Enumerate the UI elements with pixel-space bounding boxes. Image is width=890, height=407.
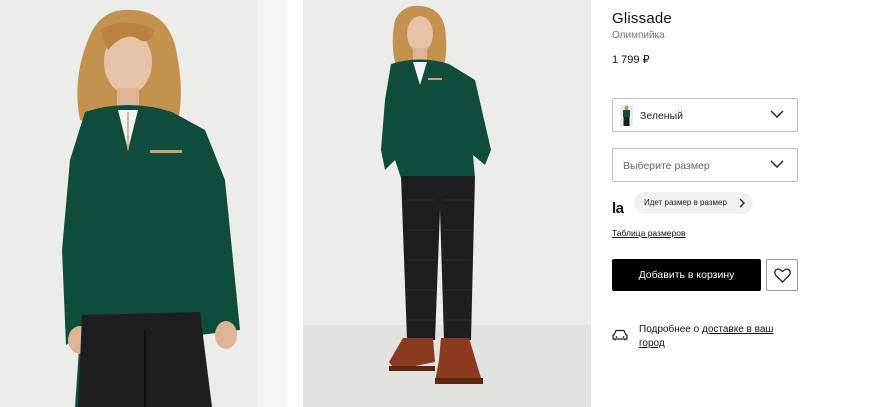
model-closeup-illustration bbox=[0, 0, 287, 407]
heart-icon bbox=[774, 268, 791, 283]
lamoda-fit-logo: la bbox=[612, 200, 624, 217]
color-thumbnail bbox=[620, 105, 633, 126]
delivery-prefix: Подробнее о bbox=[639, 324, 702, 335]
color-select[interactable]: Зеленый bbox=[612, 98, 798, 132]
fit-info-label: Идет размер в размер bbox=[644, 198, 727, 207]
model-full-length-illustration bbox=[303, 0, 591, 407]
product-photo-2[interactable] bbox=[303, 0, 591, 407]
product-brand[interactable]: Glissade bbox=[612, 10, 672, 27]
favorite-button[interactable] bbox=[766, 259, 798, 291]
chevron-down-icon bbox=[770, 160, 784, 168]
fit-info-pill[interactable]: Идет размер в размер bbox=[634, 192, 753, 214]
product-type: Олимпийка bbox=[612, 30, 665, 41]
add-to-cart-button[interactable]: Добавить в корзину bbox=[612, 259, 761, 291]
size-table-link[interactable]: Таблица размеров bbox=[612, 228, 686, 238]
chevron-right-icon bbox=[739, 198, 745, 208]
product-info-panel: Glissade Олимпийка 1 799 ₽ Зеленый Выбер… bbox=[612, 0, 882, 407]
car-icon bbox=[612, 329, 628, 341]
size-select-placeholder: Выберите размер bbox=[623, 160, 710, 172]
product-photo-1[interactable] bbox=[0, 0, 287, 407]
delivery-info: Подробнее о доставке в ваш город bbox=[639, 323, 799, 351]
size-select[interactable]: Выберите размер bbox=[612, 148, 798, 182]
color-select-value: Зеленый bbox=[640, 110, 684, 122]
product-price: 1 799 ₽ bbox=[612, 54, 650, 66]
chevron-down-icon bbox=[770, 110, 784, 118]
